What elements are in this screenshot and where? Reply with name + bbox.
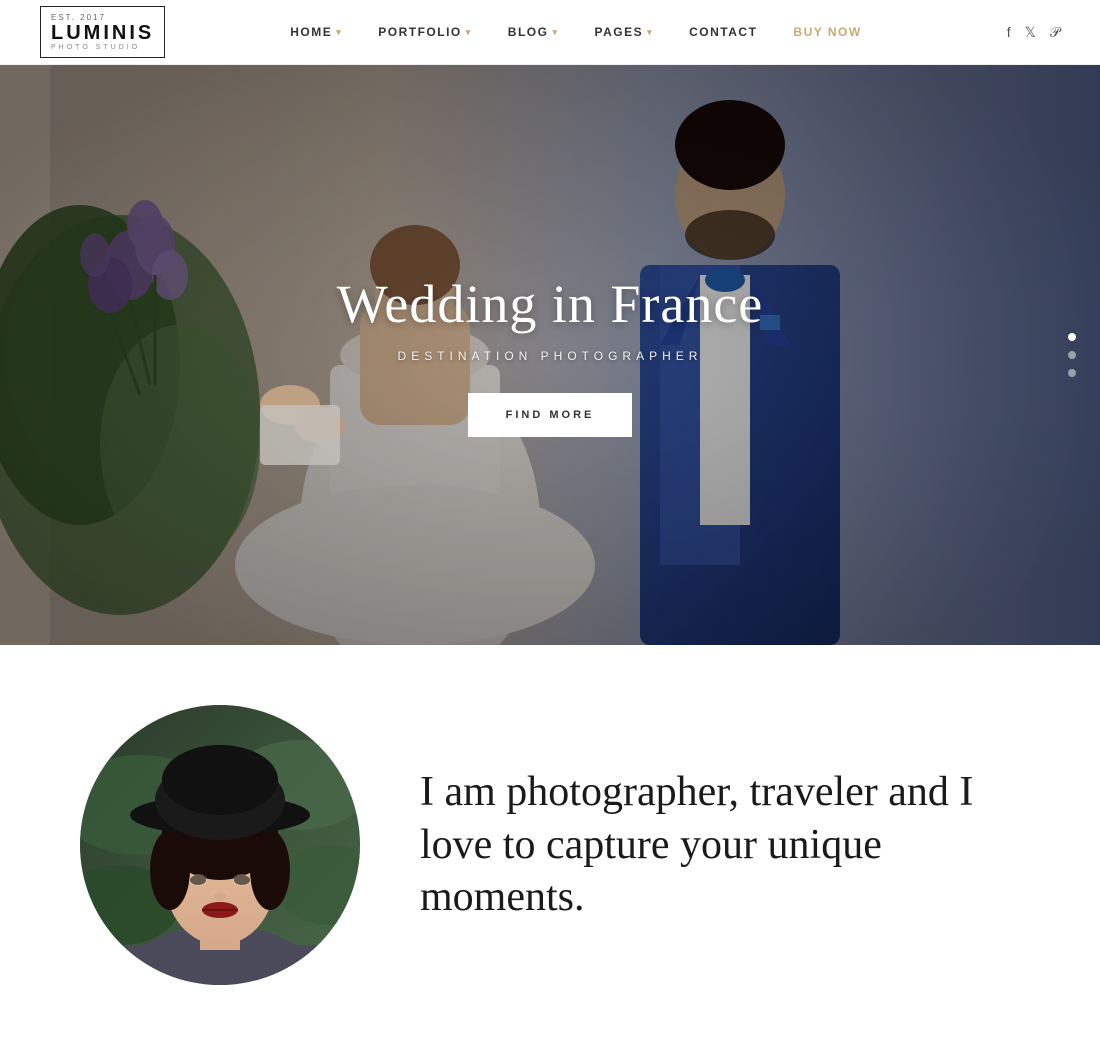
nav-home[interactable]: HOME ▾ [272,0,360,65]
photographer-portrait [80,705,360,985]
about-heading: I am photographer, traveler and I love t… [420,766,1020,924]
twitter-icon[interactable]: 𝕏 [1025,24,1036,41]
site-header: est. 2017 LUMINIS PHOTO STUDIO HOME ▾ PO… [0,0,1100,65]
nav-pages[interactable]: PAGES ▾ [576,0,671,65]
chevron-down-icon: ▾ [466,27,472,38]
slider-dot-1[interactable] [1068,333,1076,341]
social-links: f 𝕏 𝒫 [987,24,1060,41]
main-nav: HOME ▾ PORTFOLIO ▾ BLOG ▾ PAGES ▾ CONTAC… [272,0,879,65]
chevron-down-icon: ▾ [647,27,653,38]
find-more-button[interactable]: FIND MORE [468,393,633,437]
nav-contact[interactable]: CONTACT [671,0,775,65]
logo-est: est. 2017 [51,13,106,22]
slider-dot-3[interactable] [1068,369,1076,377]
nav-buy-now[interactable]: BUY NOW [775,0,879,65]
about-text: I am photographer, traveler and I love t… [420,766,1020,924]
chevron-down-icon: ▾ [552,27,558,38]
chevron-down-icon: ▾ [336,27,342,38]
facebook-icon[interactable]: f [1007,24,1011,40]
logo-subtitle: PHOTO STUDIO [51,44,140,51]
hero-content: Wedding in France DESTINATION PHOTOGRAPH… [250,273,850,437]
hero-title: Wedding in France [250,273,850,335]
hero-subtitle: DESTINATION PHOTOGRAPHER [250,349,850,363]
nav-portfolio[interactable]: PORTFOLIO ▾ [360,0,490,65]
hero-section: Wedding in France DESTINATION PHOTOGRAPH… [0,65,1100,645]
logo[interactable]: est. 2017 LUMINIS PHOTO STUDIO [40,6,165,58]
nav-blog[interactable]: BLOG ▾ [490,0,577,65]
slider-dots [1068,333,1076,377]
slider-dot-2[interactable] [1068,351,1076,359]
about-section: I am photographer, traveler and I love t… [0,645,1100,1045]
logo-name: LUMINIS [51,22,154,44]
pinterest-icon[interactable]: 𝒫 [1050,24,1060,41]
